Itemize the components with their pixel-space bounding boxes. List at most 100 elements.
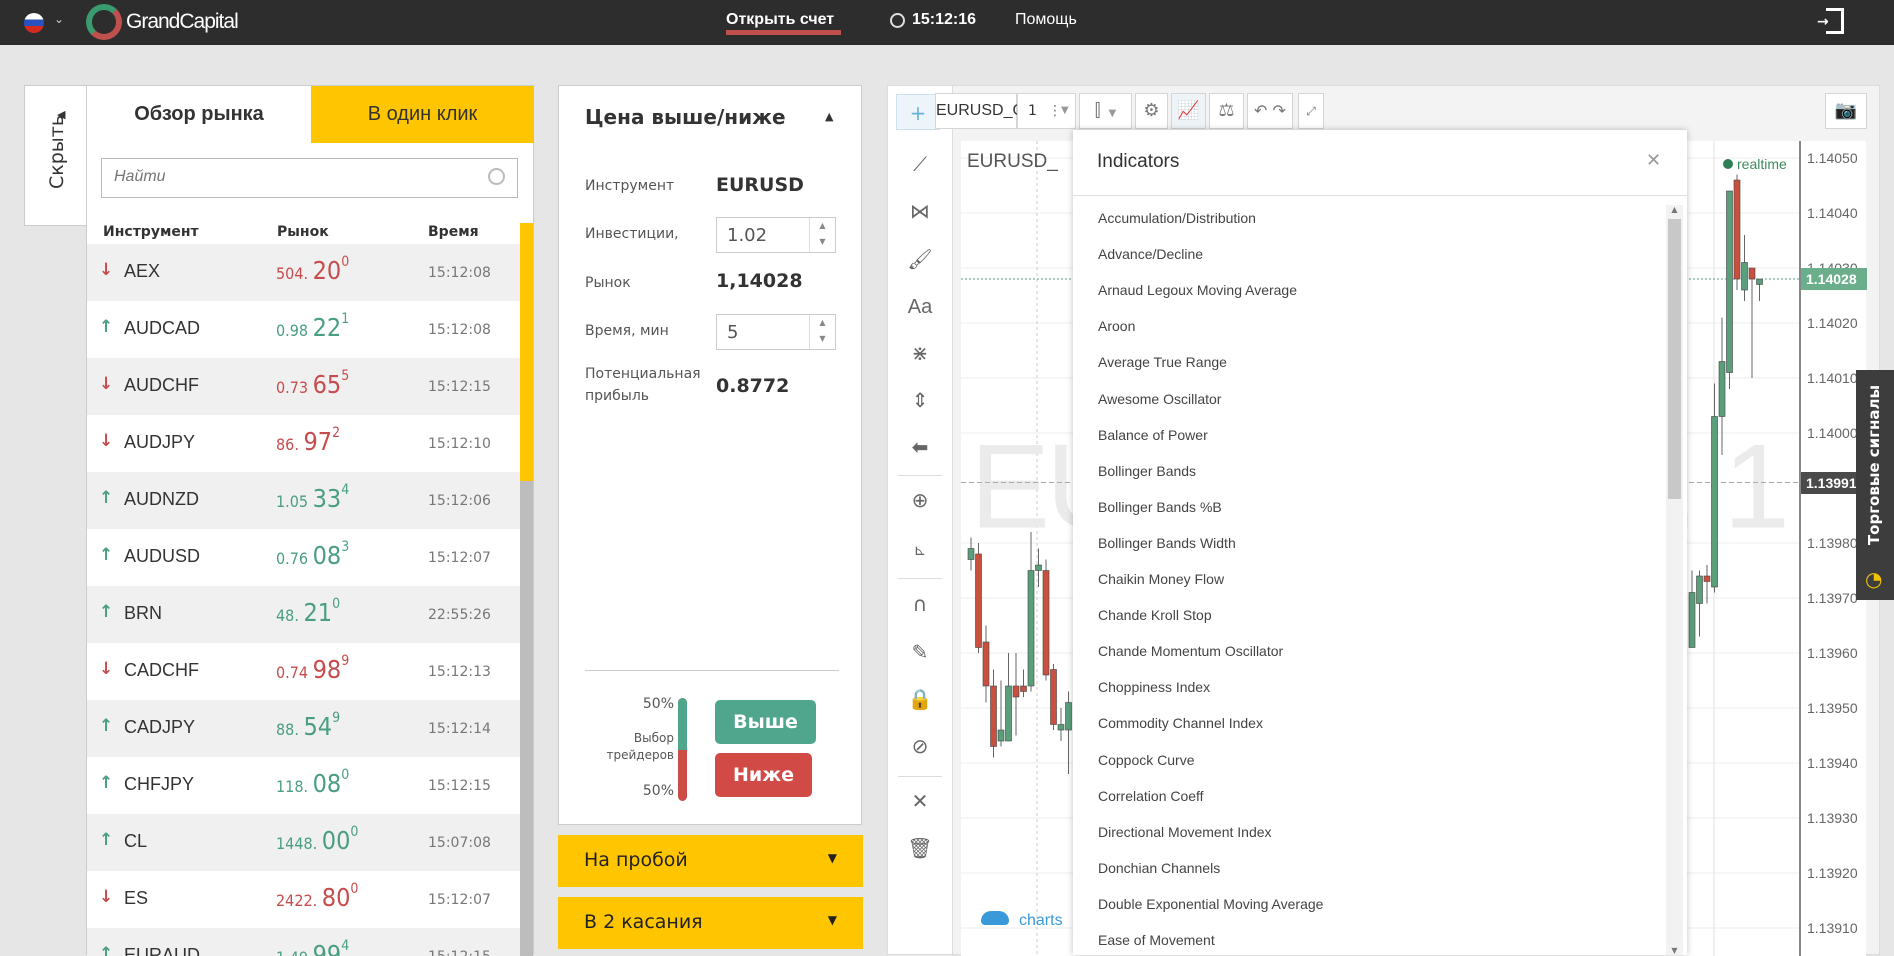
lock-icon[interactable]: 🔒 bbox=[888, 681, 952, 717]
lower-button[interactable]: Ниже bbox=[715, 753, 812, 797]
instrument-row[interactable]: ↑ AUDCAD 0.98 221 15:12:08 bbox=[87, 301, 520, 358]
instrument-row[interactable]: ↑ CL 1448. 000 15:07:08 bbox=[87, 814, 520, 871]
scroll-down-icon[interactable]: ▼ bbox=[1666, 946, 1683, 955]
instrument-row[interactable]: ↑ CADJPY 88. 549 15:12:14 bbox=[87, 700, 520, 757]
indicator-item[interactable]: Awesome Oscillator bbox=[1098, 391, 1221, 407]
fullscreen-icon[interactable]: ⤢ bbox=[1298, 93, 1324, 129]
time-value[interactable]: 5 bbox=[727, 322, 738, 343]
trading-signals-tab[interactable]: Торговые сигналы ◔ bbox=[1856, 370, 1894, 600]
crosshair-icon[interactable]: + bbox=[896, 94, 940, 130]
indicator-item[interactable]: Donchian Channels bbox=[1098, 860, 1220, 876]
pattern-icon[interactable]: ⋇ bbox=[888, 335, 952, 371]
arrow-icon[interactable]: ⬅ bbox=[888, 429, 952, 465]
indicator-item[interactable]: Average True Range bbox=[1098, 354, 1227, 370]
investment-stepper[interactable]: 1.02 ▲ ▼ bbox=[716, 217, 836, 253]
redo-icon[interactable]: ↷ bbox=[1273, 101, 1286, 120]
indicator-item[interactable]: Chaikin Money Flow bbox=[1098, 571, 1224, 587]
chart-type-button[interactable]: ⫿ ▼ bbox=[1079, 93, 1132, 129]
indicator-item[interactable]: Correlation Coeff bbox=[1098, 788, 1204, 804]
compare-scales-icon[interactable]: ⚖ bbox=[1209, 93, 1244, 129]
tab-market-overview[interactable]: Обзор рынка bbox=[87, 86, 311, 143]
scroll-up-icon[interactable]: ▲ bbox=[1666, 205, 1683, 214]
indicator-item[interactable]: Advance/Decline bbox=[1098, 246, 1203, 262]
instrument-row[interactable]: ↓ CADCHF 0.74 989 15:12:13 bbox=[87, 643, 520, 700]
charts-brand[interactable]: charts bbox=[981, 911, 1063, 930]
collapse-icon[interactable]: ▲ bbox=[825, 110, 833, 123]
column-time[interactable]: Время bbox=[428, 224, 479, 240]
option-title[interactable]: Цена выше/ниже bbox=[585, 105, 786, 129]
indicator-item[interactable]: Aroon bbox=[1098, 318, 1135, 334]
tab-one-click[interactable]: В один клик bbox=[311, 86, 534, 143]
screenshot-camera-icon[interactable]: 📷 bbox=[1825, 93, 1867, 129]
indicator-item[interactable]: Chande Momentum Oscillator bbox=[1098, 643, 1283, 659]
indicator-item[interactable]: Double Exponential Moving Average bbox=[1098, 896, 1323, 912]
logout-icon[interactable]: → bbox=[1817, 8, 1844, 34]
instrument-row[interactable]: ↓ AUDJPY 86. 972 15:12:10 bbox=[87, 415, 520, 472]
indicator-item[interactable]: Bollinger Bands Width bbox=[1098, 535, 1236, 551]
indicator-item[interactable]: Coppock Curve bbox=[1098, 752, 1195, 768]
instrument-price: 0.73 655 bbox=[276, 368, 349, 399]
search-icon[interactable] bbox=[488, 168, 505, 185]
brush-icon[interactable]: 🖌 bbox=[888, 241, 952, 277]
indicator-item[interactable]: Bollinger Bands bbox=[1098, 463, 1196, 479]
zoom-in-icon[interactable]: ⊕ bbox=[888, 482, 952, 518]
section-two-touch[interactable]: В 2 касания ▼ bbox=[558, 897, 863, 949]
indicator-item[interactable]: Directional Movement Index bbox=[1098, 824, 1272, 840]
stepper-arrows-icon[interactable]: ▲ ▼ bbox=[809, 315, 835, 349]
indicator-item[interactable]: Accumulation/Distribution bbox=[1098, 210, 1256, 226]
help-link[interactable]: Помощь bbox=[1015, 11, 1077, 29]
interval-selector[interactable]: 1 ⋮ ▼ bbox=[1017, 93, 1076, 129]
symbol-selector[interactable]: EURUSD_OP bbox=[935, 93, 1036, 129]
time-stepper[interactable]: 5 ▲ ▼ bbox=[716, 314, 836, 350]
instrument-row[interactable]: ↑ EURAUD 1.49 994 15:12:15 bbox=[87, 928, 520, 956]
undo-icon[interactable]: ↶ bbox=[1254, 101, 1267, 120]
settings-gear-icon[interactable]: ⚙ bbox=[1135, 93, 1168, 129]
column-instrument[interactable]: Инструмент bbox=[103, 224, 199, 240]
tools-icon[interactable]: ✕ bbox=[888, 783, 952, 819]
search-field[interactable] bbox=[101, 158, 518, 198]
list-scrollbar[interactable] bbox=[520, 223, 533, 956]
investment-value[interactable]: 1.02 bbox=[727, 225, 767, 246]
indicator-item[interactable]: Chande Kroll Stop bbox=[1098, 607, 1212, 623]
instrument-row[interactable]: ↓ AUDCHF 0.73 655 15:12:15 bbox=[87, 358, 520, 415]
indicator-item[interactable]: Ease of Movement bbox=[1098, 932, 1215, 948]
indicator-item[interactable]: Balance of Power bbox=[1098, 427, 1208, 443]
indicator-item[interactable]: Bollinger Bands %B bbox=[1098, 499, 1222, 515]
stepper-arrows-icon[interactable]: ▲ ▼ bbox=[809, 218, 835, 252]
instrument-row[interactable]: ↓ ES 2422. 800 15:12:07 bbox=[87, 871, 520, 928]
indicators-icon[interactable]: 📈 bbox=[1171, 93, 1206, 129]
open-account-link[interactable]: Открыть счет bbox=[726, 11, 834, 29]
stay-drawing-icon[interactable]: ✎ bbox=[888, 634, 952, 670]
ruler-icon[interactable]: ⊾ bbox=[888, 532, 952, 568]
instrument-row[interactable]: ↓ AEX 504. 200 15:12:08 bbox=[87, 244, 520, 301]
magnet-icon[interactable]: ∩ bbox=[888, 586, 952, 622]
section-breakout[interactable]: На пробой ▼ bbox=[558, 835, 863, 887]
indicator-item[interactable]: Choppiness Index bbox=[1098, 679, 1210, 695]
indicator-item[interactable]: Arnaud Legoux Moving Average bbox=[1098, 282, 1297, 298]
column-market[interactable]: Рынок bbox=[277, 224, 329, 240]
language-flag-icon[interactable] bbox=[24, 13, 44, 33]
hide-drawings-icon[interactable]: ⊘ bbox=[888, 728, 952, 764]
language-chevron-icon[interactable]: ⌄ bbox=[54, 12, 64, 26]
higher-button[interactable]: Выше bbox=[715, 700, 816, 744]
hide-panel-button[interactable]: ◀ Скрыть bbox=[24, 85, 87, 226]
measure-icon[interactable]: ⇕ bbox=[888, 382, 952, 418]
undo-redo[interactable]: ↶ ↷ bbox=[1247, 93, 1293, 129]
scrollbar-thumb[interactable] bbox=[520, 223, 533, 481]
pitchfork-icon[interactable]: ⋈ bbox=[888, 193, 952, 229]
instrument-row[interactable]: ↑ AUDNZD 1.05 334 15:12:06 bbox=[87, 472, 520, 529]
instrument-row[interactable]: ↑ CHFJPY 118. 080 15:12:15 bbox=[87, 757, 520, 814]
list-scrollbar[interactable]: ▲ ▼ bbox=[1666, 205, 1683, 955]
trash-icon[interactable]: 🗑 bbox=[888, 830, 952, 866]
indicator-item[interactable]: Commodity Channel Index bbox=[1098, 715, 1263, 731]
instrument-row[interactable]: ↑ AUDUSD 0.76 083 15:12:07 bbox=[87, 529, 520, 586]
trend-line-icon[interactable]: ⟋ bbox=[888, 146, 952, 182]
arrow-down-icon: ↓ bbox=[99, 887, 114, 907]
instrument-row[interactable]: ↑ BRN 48. 210 22:55:26 bbox=[87, 586, 520, 643]
logo[interactable]: GrandCapital bbox=[86, 3, 239, 41]
scrollbar-thumb[interactable] bbox=[1668, 219, 1681, 499]
close-icon[interactable]: ✕ bbox=[1646, 150, 1661, 171]
search-input[interactable] bbox=[102, 159, 462, 195]
text-tool-icon[interactable]: Aa bbox=[888, 289, 952, 325]
instrument-price: 0.74 989 bbox=[276, 653, 349, 684]
